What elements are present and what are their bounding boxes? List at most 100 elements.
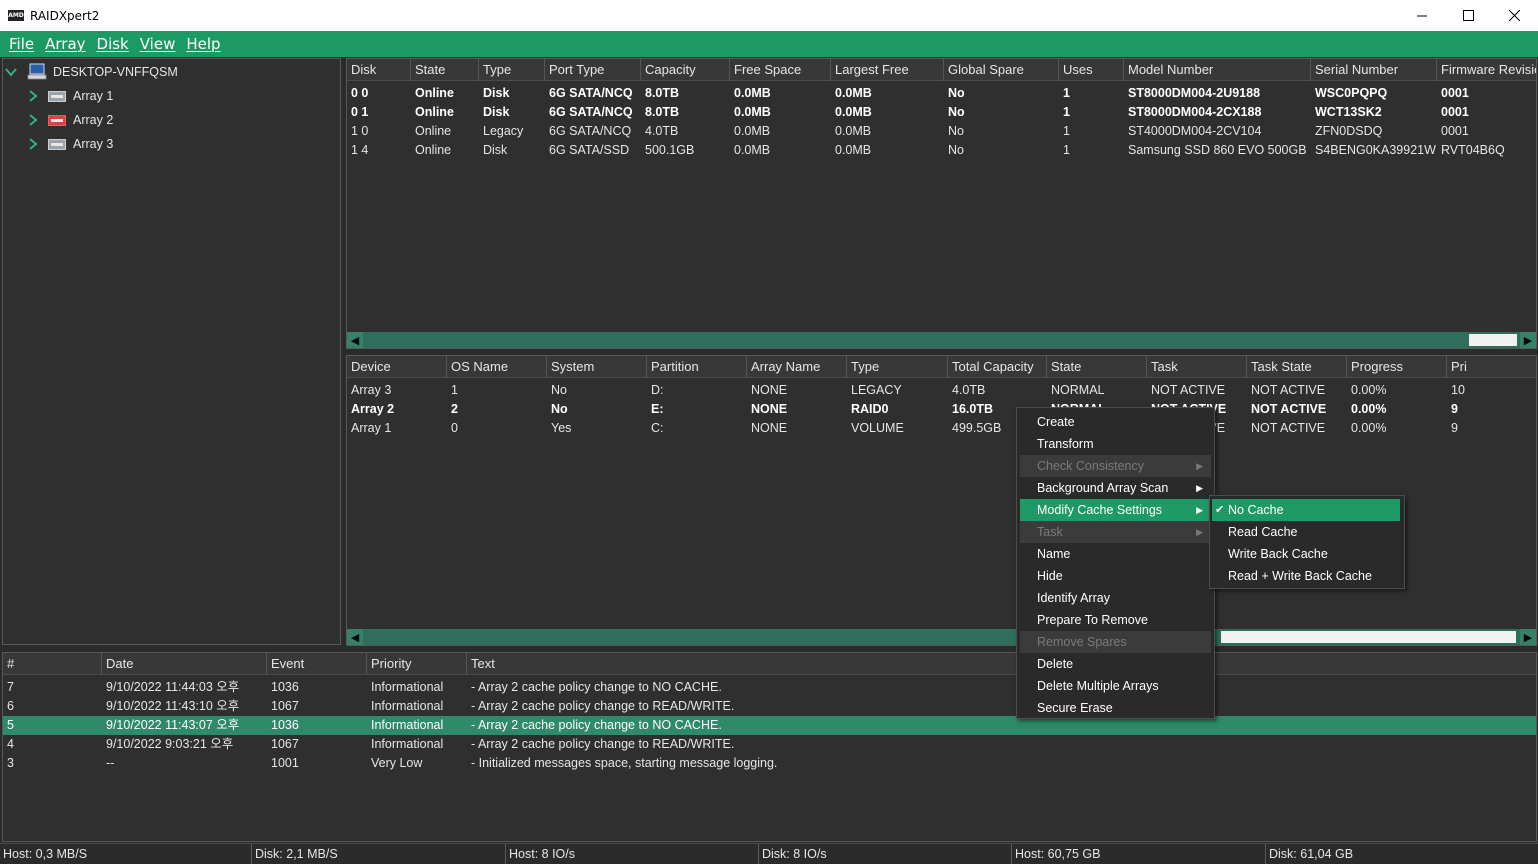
scroll-left-button[interactable]: ◀ [347, 629, 363, 645]
table-cell: NOT ACTIVE [1251, 383, 1326, 397]
minimize-button[interactable] [1399, 0, 1445, 31]
array-icon [48, 138, 66, 150]
chevron-down-icon[interactable] [5, 66, 17, 78]
table-cell: NONE [751, 402, 788, 416]
tree-node-array-1[interactable]: Array 1 [27, 85, 113, 107]
context-menu-item[interactable]: Delete [1020, 653, 1211, 675]
table-cell: 1 [1063, 124, 1070, 138]
table-row[interactable]: Array 3 1 No D: NONE LEGACY 4.0TB NORMAL NOT ACT… [347, 381, 1536, 400]
column-header[interactable]: Task [1147, 356, 1247, 378]
column-header[interactable]: Model Number [1124, 59, 1311, 81]
horizontal-scrollbar[interactable]: ◀ ▶ [347, 332, 1536, 348]
table-cell: Disk [483, 143, 508, 157]
menu-file[interactable]: File [4, 35, 39, 53]
context-menu-label: Create [1037, 415, 1075, 429]
table-cell: No [948, 124, 964, 138]
column-header[interactable]: # [3, 653, 102, 675]
context-menu-item[interactable]: Identify Array [1020, 587, 1211, 609]
context-menu-item[interactable]: Background Array Scan ▶ [1020, 477, 1211, 499]
column-header[interactable]: Global Spare [944, 59, 1059, 81]
chevron-right-icon[interactable] [27, 90, 39, 102]
cache-option[interactable]: ✔ No Cache [1212, 499, 1400, 521]
column-header[interactable]: Disk [347, 59, 411, 81]
scroll-right-button[interactable]: ▶ [1520, 629, 1536, 645]
table-row[interactable]: Array 10YesC:NONEVOLUME499.5GBNORMALNOT … [347, 419, 1536, 438]
scrollbar-thumb[interactable] [1469, 334, 1517, 346]
menu-view[interactable]: View [135, 35, 181, 53]
scrollbar-thumb[interactable] [1221, 631, 1516, 643]
cache-option[interactable]: Read + Write Back Cache [1212, 565, 1400, 587]
context-menu-item[interactable]: Hide [1020, 565, 1211, 587]
column-header[interactable]: OS Name [447, 356, 547, 378]
column-header[interactable]: Total Capacity [948, 356, 1047, 378]
table-cell: Very Low [371, 756, 423, 770]
cache-option[interactable]: Read Cache [1212, 521, 1400, 543]
table-row[interactable]: Array 22NoE:NONERAID016.0TBNORMALNOT ACT… [347, 400, 1536, 419]
context-menu-item[interactable]: Transform [1020, 433, 1211, 455]
tree-node-host[interactable]: DESKTOP-VNFFQSM [5, 61, 178, 83]
table-cell: 1 [451, 383, 458, 397]
cache-option[interactable]: Write Back Cache [1212, 543, 1400, 565]
device-tree[interactable]: DESKTOP-VNFFQSM Array 1 Array 2 Array 3 [2, 58, 341, 645]
column-header[interactable]: Port Type [545, 59, 641, 81]
column-header[interactable]: Array Name [747, 356, 847, 378]
context-menu-label: Delete Multiple Arrays [1037, 679, 1159, 693]
column-header[interactable]: Date [102, 653, 267, 675]
table-cell: 0 0 [351, 86, 369, 100]
table-cell: No [948, 86, 965, 100]
column-header[interactable]: Firmware Revisio [1437, 59, 1536, 81]
context-menu-item[interactable]: Delete Multiple Arrays [1020, 675, 1211, 697]
column-header[interactable]: Event [267, 653, 367, 675]
column-header[interactable]: Serial Number [1311, 59, 1437, 81]
column-header[interactable]: Priority [367, 653, 467, 675]
table-row[interactable]: 5 9/10/2022 11:43:07 오후 1036 Informational -… [3, 716, 1536, 735]
close-button[interactable] [1491, 0, 1537, 31]
table-row[interactable]: 3 -- 1001 Very Low - Initialized messages s… [3, 754, 1536, 773]
context-menu-item[interactable]: Name [1020, 543, 1211, 565]
table-row[interactable]: 1 4 Online Disk 6G SATA/SSD 500.1GB 0.0MB 0.0M… [347, 141, 1536, 160]
column-header[interactable]: State [1047, 356, 1147, 378]
column-header[interactable]: Largest Free [831, 59, 944, 81]
column-header[interactable]: Pri [1447, 356, 1536, 378]
horizontal-scrollbar[interactable]: ◀ ▶ [347, 629, 1536, 645]
column-header[interactable]: Uses [1059, 59, 1124, 81]
table-cell: NONE [751, 421, 788, 435]
table-cell: 1 [1063, 86, 1070, 100]
column-header[interactable]: Device [347, 356, 447, 378]
disk-table: Disk State Type Port Type Capacity Free … [346, 58, 1537, 349]
scroll-right-button[interactable]: ▶ [1520, 332, 1536, 348]
column-header[interactable]: State [411, 59, 479, 81]
context-menu-item[interactable]: Secure Erase [1020, 697, 1211, 719]
column-header[interactable]: Progress [1347, 356, 1447, 378]
table-row[interactable]: 0 0 Online Disk 6G SATA/NCQ 8.0TB 0.0MB 0.0MB N… [347, 84, 1536, 103]
table-row[interactable]: 1 0 Online Legacy 6G SATA/NCQ 4.0TB 0.0MB 0.0M… [347, 122, 1536, 141]
menu-help[interactable]: Help [181, 35, 225, 53]
cache-option-label: Read + Write Back Cache [1228, 569, 1372, 583]
tree-node-array-2[interactable]: Array 2 [27, 109, 113, 131]
menu-array[interactable]: Array [40, 35, 90, 53]
table-row[interactable]: 0 1 Online Disk 6G SATA/NCQ 8.0TB 0.0MB 0.0MB N… [347, 103, 1536, 122]
column-header[interactable]: Type [479, 59, 545, 81]
column-header[interactable]: Type [847, 356, 948, 378]
context-menu-item[interactable]: Modify Cache Settings ▶ [1020, 499, 1211, 521]
context-menu-item[interactable]: Prepare To Remove [1020, 609, 1211, 631]
column-header[interactable]: Capacity [641, 59, 730, 81]
table-row[interactable]: 7 9/10/2022 11:44:03 오후 1036 Informational -… [3, 678, 1536, 697]
chevron-right-icon[interactable] [27, 138, 39, 150]
table-row[interactable]: 4 9/10/2022 9:03:21 오후 1067 Informational - … [3, 735, 1536, 754]
arrow-left-icon: ◀ [350, 631, 360, 644]
maximize-button[interactable] [1445, 0, 1491, 31]
table-cell: -- [106, 756, 115, 770]
column-header[interactable]: Task State [1247, 356, 1347, 378]
chevron-right-icon[interactable] [27, 114, 39, 126]
column-header[interactable]: Partition [647, 356, 747, 378]
menu-disk[interactable]: Disk [92, 35, 134, 53]
scroll-left-button[interactable]: ◀ [347, 332, 363, 348]
tree-node-array-3[interactable]: Array 3 [27, 133, 113, 155]
table-row[interactable]: 6 9/10/2022 11:43:10 오후 1067 Informational -… [3, 697, 1536, 716]
column-header[interactable]: Text [467, 653, 1536, 675]
context-menu-item[interactable]: Create [1020, 411, 1211, 433]
context-menu-label: Identify Array [1037, 591, 1110, 605]
column-header[interactable]: System [547, 356, 647, 378]
column-header[interactable]: Free Space [730, 59, 831, 81]
